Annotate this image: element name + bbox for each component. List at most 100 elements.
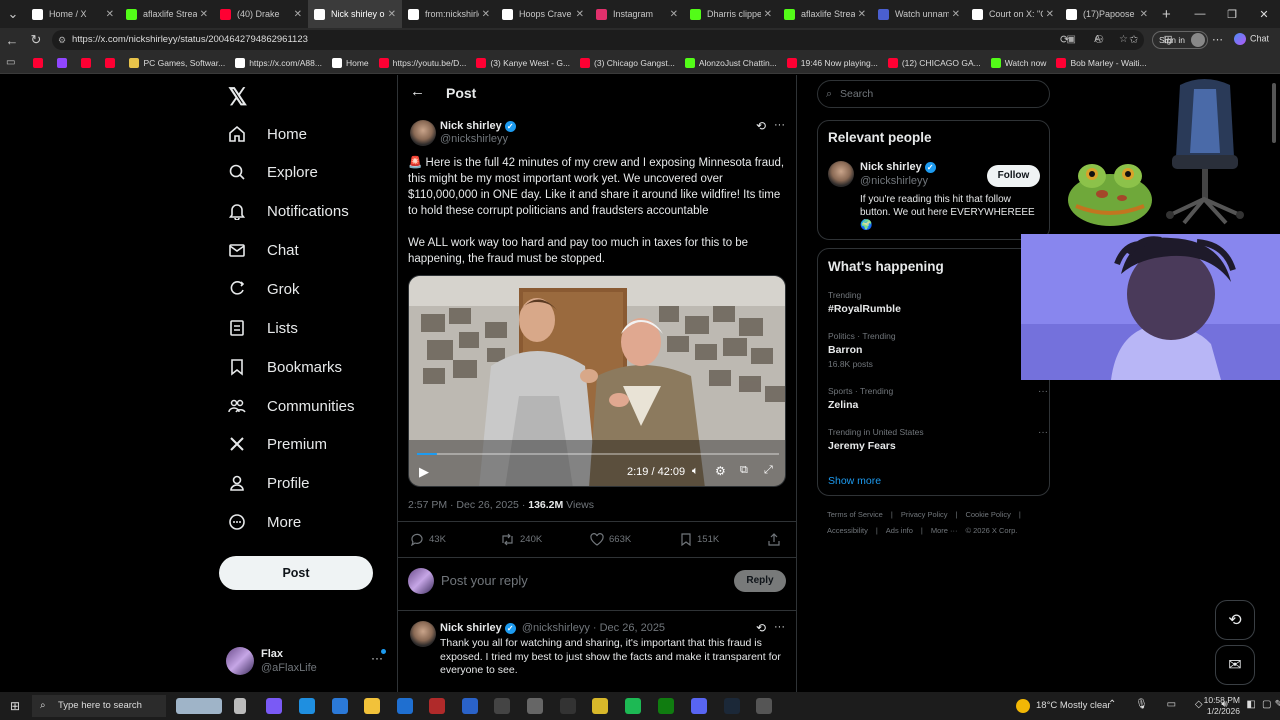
close-tab-icon[interactable]: ✕ bbox=[670, 9, 678, 20]
close-tab-icon[interactable]: ✕ bbox=[388, 9, 396, 20]
browser-menu-icon[interactable]: ⋯ bbox=[1212, 33, 1223, 46]
grok-fab-button[interactable]: ⟲ bbox=[1215, 600, 1255, 640]
trend-item[interactable]: Politics · Trending Barron 16.8K posts bbox=[828, 331, 1038, 369]
nav-item-chat[interactable]: Chat bbox=[228, 241, 299, 259]
browser-tab[interactable]: Hoops Crave on✕ bbox=[496, 0, 590, 28]
show-more-link[interactable]: Show more bbox=[828, 475, 881, 487]
messages-fab-button[interactable]: ✉ bbox=[1215, 645, 1255, 685]
nav-item-more[interactable]: More bbox=[228, 513, 301, 531]
volume-icon[interactable]: 🔈︎ bbox=[692, 465, 699, 478]
bookmark-item[interactable]: (3) Chicago Gangst... bbox=[580, 57, 675, 68]
browser-tab[interactable]: aflaxlife Stream✕ bbox=[778, 0, 872, 28]
page-scrollbar[interactable] bbox=[1272, 83, 1276, 143]
nav-item-bookmarks[interactable]: Bookmarks bbox=[228, 358, 342, 376]
close-window-button[interactable]: ✕ bbox=[1248, 0, 1280, 28]
notifications-icon[interactable]: ▢ bbox=[1262, 699, 1271, 710]
follow-button[interactable]: Follow bbox=[987, 165, 1040, 187]
bookmark-item[interactable]: (3) Kanye West - G... bbox=[476, 57, 570, 68]
browser-tab[interactable]: from:nickshirley✕ bbox=[402, 0, 496, 28]
app-icon[interactable] bbox=[756, 698, 772, 714]
bookmark-item[interactable] bbox=[105, 57, 119, 68]
person-avatar[interactable] bbox=[828, 161, 854, 187]
post-button[interactable]: Post bbox=[219, 556, 373, 590]
footer-link[interactable]: Terms of Service bbox=[827, 510, 883, 519]
browser-tab[interactable]: Watch unname✕ bbox=[872, 0, 966, 28]
like-action[interactable]: 663K bbox=[590, 533, 631, 546]
person-handle[interactable]: @nickshirleyy bbox=[860, 175, 928, 187]
browser-tab[interactable]: Instagram ✕ bbox=[590, 0, 684, 28]
video-player[interactable]: ▶ 2:19 / 42:09 🔈︎ ⚙ ⧉ ⤢ bbox=[408, 275, 786, 487]
close-tab-icon[interactable]: ✕ bbox=[1140, 9, 1148, 20]
browser-tab[interactable]: aflaxlife Stream✕ bbox=[120, 0, 214, 28]
pip-icon[interactable]: ⧉ bbox=[740, 464, 748, 477]
tray-icons[interactable]: ⌃ 🎙︎ ▭ ◇ 🔊︎ ◧ ✎ bbox=[1108, 699, 1280, 710]
sign-in-button[interactable]: Sign in bbox=[1152, 31, 1208, 49]
nav-item-notifications[interactable]: Notifications bbox=[228, 202, 349, 220]
grok-icon[interactable]: ⟲ bbox=[756, 119, 766, 133]
minimize-button[interactable]: — bbox=[1184, 0, 1216, 28]
x-logo[interactable]: 𝕏 bbox=[228, 83, 247, 112]
nav-item-grok[interactable]: Grok bbox=[228, 280, 300, 298]
windows-start-icon[interactable]: ⊞ bbox=[10, 699, 20, 713]
site-info-icon[interactable]: ⚙ bbox=[58, 30, 66, 50]
bookmarks-menu-icon[interactable]: ▭ bbox=[6, 57, 15, 68]
nav-item-communities[interactable]: Communities bbox=[228, 397, 355, 415]
close-tab-icon[interactable]: ✕ bbox=[106, 9, 114, 20]
trend-item[interactable]: Trending #RoyalRumble bbox=[828, 290, 1038, 315]
back-arrow-icon[interactable]: ← bbox=[410, 83, 425, 100]
nav-item-profile[interactable]: Profile bbox=[228, 474, 310, 492]
more-options-icon[interactable]: ··· bbox=[774, 621, 785, 633]
account-switcher[interactable]: Flax @aFlaxLife ··· bbox=[226, 645, 386, 679]
back-button[interactable]: ← bbox=[0, 33, 24, 48]
author-name[interactable]: Nick shirley ✓ bbox=[440, 120, 516, 132]
app-icon[interactable] bbox=[527, 698, 543, 714]
footer-link[interactable]: Privacy Policy bbox=[901, 510, 948, 519]
bookmark-item[interactable]: https://x.com/A88... bbox=[235, 57, 322, 68]
reply-author[interactable]: Nick shirley ✓ @nickshirleyy · Dec 26, 20… bbox=[440, 622, 665, 634]
author-avatar[interactable] bbox=[410, 120, 436, 146]
file-explorer-icon[interactable] bbox=[364, 698, 380, 714]
repost-action[interactable]: 240K bbox=[500, 533, 542, 546]
new-tab-button[interactable]: + bbox=[1162, 6, 1171, 23]
bookmark-item[interactable] bbox=[33, 57, 47, 68]
close-tab-icon[interactable]: ✕ bbox=[858, 9, 866, 20]
bookmark-item[interactable]: 19:46 Now playing... bbox=[786, 57, 878, 68]
copilot-chat-button[interactable]: Chat bbox=[1234, 33, 1269, 45]
play-icon[interactable]: ▶ bbox=[419, 464, 429, 480]
search-input[interactable]: ⌕ Search bbox=[817, 80, 1050, 108]
bookmark-item[interactable]: Watch now bbox=[990, 57, 1046, 68]
avatar[interactable] bbox=[410, 621, 436, 647]
reply-action[interactable]: 43K bbox=[410, 533, 446, 546]
fall-guys-icon[interactable] bbox=[462, 698, 478, 714]
clock[interactable]: 10:58 PM 1/2/2026 bbox=[1200, 695, 1240, 717]
author-handle[interactable]: @nickshirleyy bbox=[440, 133, 508, 145]
close-tab-icon[interactable]: ✕ bbox=[576, 9, 584, 20]
grok-icon[interactable]: ⟲ bbox=[756, 621, 766, 635]
reply-button[interactable]: Reply bbox=[734, 570, 786, 592]
post-timestamp[interactable]: 2:57 PM · Dec 26, 2025 · bbox=[408, 499, 528, 511]
bookmark-action[interactable]: 151K bbox=[680, 533, 719, 546]
trend-more-icon[interactable]: ··· bbox=[1038, 427, 1048, 438]
app-icon[interactable] bbox=[560, 698, 576, 714]
close-tab-icon[interactable]: ✕ bbox=[200, 9, 208, 20]
mail-app-icon[interactable] bbox=[397, 698, 413, 714]
restore-button[interactable]: ❐ bbox=[1216, 0, 1248, 28]
nav-item-home[interactable]: Home bbox=[228, 125, 307, 143]
app-icon[interactable] bbox=[592, 698, 608, 714]
discord-icon[interactable] bbox=[691, 698, 707, 714]
spotify-icon[interactable] bbox=[625, 698, 641, 714]
alien-widget-icon[interactable] bbox=[176, 698, 222, 714]
weather-text[interactable]: 18°C Mostly clear bbox=[1036, 700, 1111, 711]
nav-item-explore[interactable]: Explore bbox=[228, 163, 318, 181]
bookmark-item[interactable]: Bob Marley - Waiti... bbox=[1056, 57, 1147, 68]
footer-link[interactable]: © 2026 X Corp. bbox=[966, 526, 1018, 535]
steam-icon[interactable] bbox=[724, 698, 740, 714]
browser-tab[interactable]: Court on X: "G ✕ bbox=[966, 0, 1060, 28]
trend-item[interactable]: Trending in United States Jeremy Fears ··· bbox=[828, 427, 1048, 452]
mega-app-icon[interactable] bbox=[494, 698, 510, 714]
bookmark-item[interactable]: AlonzoJust Chattin... bbox=[684, 57, 777, 68]
bookmark-item[interactable]: Home bbox=[331, 57, 369, 68]
browser-tab[interactable]: Nick shirley on ✕ bbox=[308, 0, 402, 28]
trend-more-icon[interactable]: ··· bbox=[1038, 386, 1048, 397]
reply-input[interactable]: Post your reply bbox=[441, 573, 528, 588]
